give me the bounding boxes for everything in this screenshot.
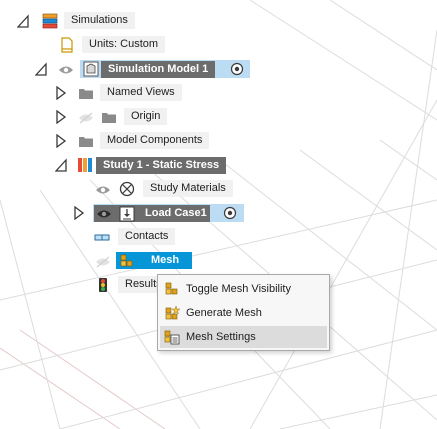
- tree-item-study-materials[interactable]: Study Materials: [143, 180, 233, 197]
- folder-icon: [102, 113, 116, 123]
- simulations-icon: [42, 13, 58, 29]
- simulation-model-icon: [83, 61, 99, 77]
- expand-triangle-icon[interactable]: [55, 110, 67, 124]
- context-menu: Toggle Mesh Visibility Generate Mesh Mes…: [157, 274, 330, 351]
- visibility-eye-icon[interactable]: [58, 64, 74, 76]
- menu-item-generate-mesh[interactable]: Generate Mesh: [160, 302, 327, 324]
- visibility-hidden-icon[interactable]: [95, 256, 111, 268]
- mesh-icon: [120, 254, 133, 267]
- tree-item-mesh[interactable]: Mesh: [144, 252, 186, 269]
- visibility-eye-icon[interactable]: [96, 208, 112, 220]
- results-icon: [99, 278, 107, 292]
- expand-triangle-icon[interactable]: [55, 86, 67, 100]
- tree-item-named-views[interactable]: Named Views: [100, 84, 182, 101]
- folder-icon: [79, 89, 93, 99]
- visibility-hidden-icon[interactable]: [78, 112, 94, 124]
- materials-icon: [119, 181, 135, 197]
- load-case-icon: [119, 206, 135, 222]
- study-icon: [78, 158, 92, 172]
- mesh-visibility-icon: [165, 282, 178, 295]
- tree-item-load-case[interactable]: Load Case1: [139, 205, 210, 222]
- contacts-icon: [94, 234, 110, 241]
- expand-triangle-icon[interactable]: [73, 206, 85, 220]
- menu-item-label: Mesh Settings: [186, 331, 256, 343]
- tree-item-simulations[interactable]: Simulations: [64, 12, 135, 29]
- activate-radio-icon[interactable]: [223, 206, 237, 220]
- menu-item-mesh-settings[interactable]: Mesh Settings: [160, 326, 327, 348]
- tree-item-simulation-model[interactable]: Simulation Model 1: [101, 61, 216, 78]
- folder-icon: [79, 137, 93, 147]
- tree-item-origin[interactable]: Origin: [124, 108, 168, 125]
- tree-item-units[interactable]: Units: Custom: [82, 36, 166, 53]
- tree-item-study[interactable]: Study 1 - Static Stress: [96, 157, 227, 174]
- visibility-eye-icon[interactable]: [95, 184, 111, 196]
- collapse-triangle-icon[interactable]: [55, 158, 67, 172]
- tree-item-model-components[interactable]: Model Components: [100, 132, 210, 149]
- menu-item-label: Generate Mesh: [186, 307, 262, 319]
- expand-triangle-icon[interactable]: [55, 134, 67, 148]
- activate-radio-icon[interactable]: [230, 62, 244, 76]
- collapse-triangle-icon[interactable]: [17, 14, 29, 28]
- menu-item-toggle-mesh-visibility[interactable]: Toggle Mesh Visibility: [160, 278, 327, 300]
- generate-mesh-icon: [165, 305, 180, 320]
- mesh-settings-icon: [164, 330, 180, 345]
- document-icon: [61, 37, 73, 53]
- tree-item-contacts[interactable]: Contacts: [118, 228, 176, 245]
- menu-item-label: Toggle Mesh Visibility: [186, 283, 291, 295]
- collapse-triangle-icon[interactable]: [35, 62, 47, 76]
